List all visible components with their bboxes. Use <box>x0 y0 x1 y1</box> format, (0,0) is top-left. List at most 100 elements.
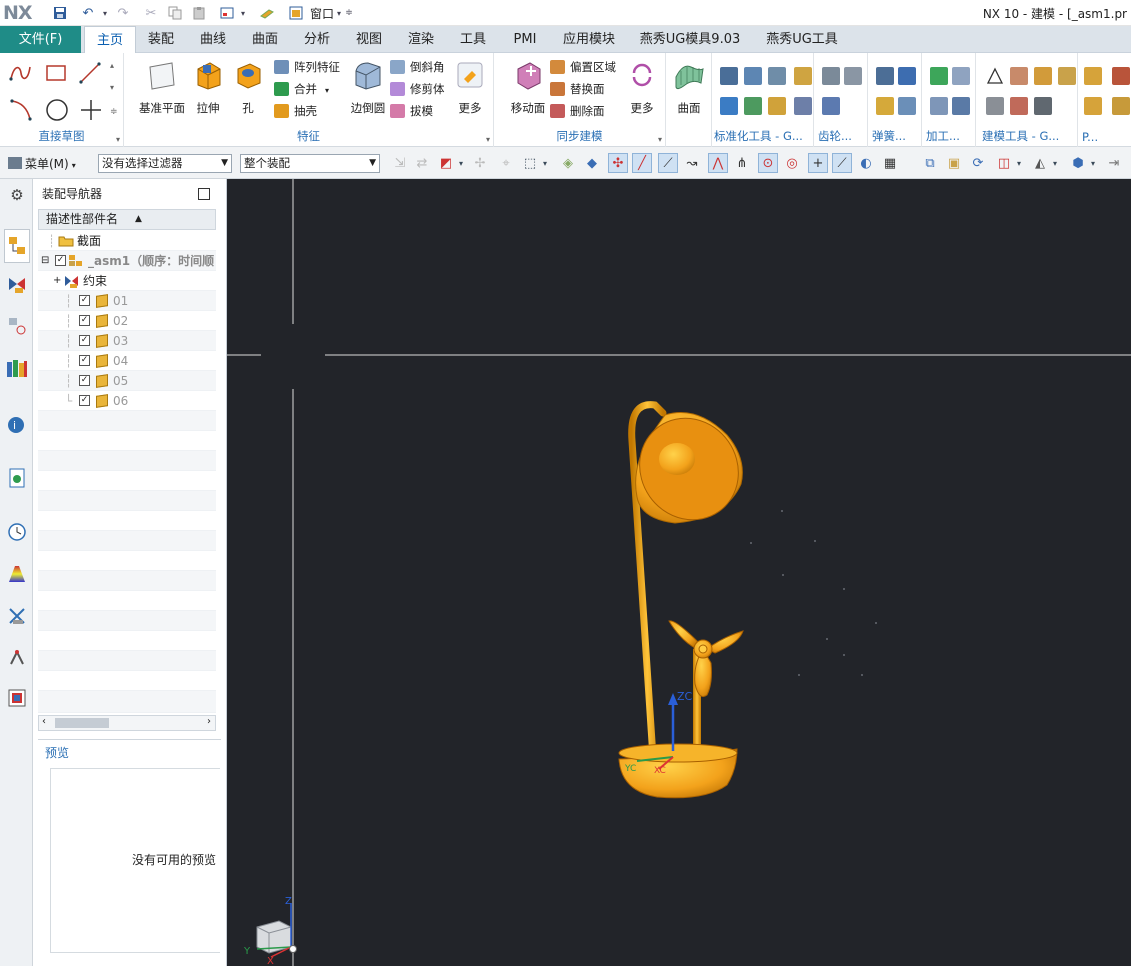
tab-render[interactable]: 渲染 <box>401 26 441 53</box>
standard-tool-icon[interactable] <box>794 67 812 85</box>
tab-yanxiu-mold[interactable]: 燕秀UG模具9.03 <box>634 26 746 53</box>
tab-application[interactable]: 应用模块 <box>556 26 622 53</box>
visibility-checkbox[interactable]: ✓ <box>79 355 90 366</box>
visibility-checkbox[interactable]: ✓ <box>79 335 90 346</box>
visibility-checkbox[interactable]: ✓ <box>79 315 90 326</box>
sketch-scroll-up-icon[interactable]: ▴ <box>110 61 114 70</box>
selection-scope-select[interactable]: 整个装配 ▼ <box>240 154 380 173</box>
point-icon[interactable] <box>78 97 104 123</box>
modeling-tool-icon[interactable] <box>1010 67 1028 85</box>
snap-grid-icon[interactable]: ▦ <box>880 153 900 173</box>
sketch-scroll-down-icon[interactable]: ▾ <box>110 83 114 92</box>
machining-tool-icon[interactable] <box>930 97 948 115</box>
graphics-window[interactable]: ZC YC XC Z Y X <box>227 179 1131 966</box>
standard-tool-icon[interactable] <box>720 97 738 115</box>
desk-fan[interactable] <box>668 620 744 698</box>
filter-tool-icon[interactable]: ⇲ <box>390 153 410 173</box>
tab-tools[interactable]: 工具 <box>453 26 493 53</box>
column-header-part-name[interactable]: 描述性部件名 ▲ <box>38 209 216 230</box>
display-icon[interactable] <box>218 4 236 22</box>
spring-tool-icon[interactable] <box>876 67 894 85</box>
gear-tool-icon[interactable] <box>822 97 840 115</box>
display-dropdown-icon[interactable]: ▾ <box>238 4 248 22</box>
surface-button[interactable]: 曲面 <box>666 59 712 116</box>
save-icon[interactable] <box>51 4 69 22</box>
profile-icon[interactable] <box>8 61 32 85</box>
scroll-right-icon[interactable]: › <box>207 716 211 727</box>
group-dropdown-icon[interactable]: ▾ <box>486 135 490 144</box>
snap-midpoint-icon[interactable]: ⟋ <box>658 153 678 173</box>
roles-icon[interactable] <box>6 687 28 709</box>
offset-region-button[interactable]: 偏置区域 <box>550 57 616 77</box>
group-dropdown-icon[interactable]: ▾ <box>116 135 120 144</box>
filter-tool-icon[interactable]: ⇄ <box>412 153 432 173</box>
dropdown-icon[interactable]: ▾ <box>540 153 550 173</box>
standard-tool-icon[interactable] <box>744 97 762 115</box>
standard-tool-icon[interactable] <box>768 67 786 85</box>
chamfer-button[interactable]: 倒斜角 <box>390 57 445 77</box>
dropdown-icon[interactable]: ▾ <box>456 153 466 173</box>
machining-tool-icon[interactable] <box>952 97 970 115</box>
group-dropdown-icon[interactable]: ▾ <box>658 135 662 144</box>
select-all-icon[interactable]: ◩ <box>436 153 456 173</box>
snap-curve-icon[interactable]: ↝ <box>682 153 702 173</box>
arc-icon[interactable] <box>8 97 34 123</box>
undo-icon[interactable]: ↶ <box>79 4 97 22</box>
shaded-icon[interactable]: ⬢ <box>1068 153 1088 173</box>
p-tool-icon[interactable] <box>1112 67 1130 85</box>
constraint-navigator-icon[interactable] <box>6 273 28 295</box>
expand-icon[interactable]: + <box>53 271 61 291</box>
lamp-base[interactable] <box>618 743 738 799</box>
line-icon[interactable] <box>78 61 102 85</box>
p-tool-icon[interactable] <box>1112 97 1130 115</box>
modeling-tool-icon[interactable] <box>1034 97 1052 115</box>
visibility-checkbox[interactable]: ✓ <box>79 375 90 386</box>
tab-assembly[interactable]: 装配 <box>141 26 181 53</box>
tab-pmi[interactable]: PMI <box>505 26 545 53</box>
command-finder-icon[interactable] <box>258 4 276 22</box>
window-icon[interactable] <box>288 4 304 22</box>
history-icon[interactable] <box>6 521 28 543</box>
modeling-tool-icon[interactable] <box>1058 67 1076 85</box>
tree-row-part[interactable]: └ ✓ 06 <box>38 391 216 411</box>
collapse-icon[interactable]: ⊟ <box>41 251 49 271</box>
hole-button[interactable]: 孔 <box>224 59 272 116</box>
snap-control-point-icon[interactable]: ⋀ <box>708 153 728 173</box>
view-triad[interactable]: Z Y X <box>243 896 297 966</box>
snap-arc-center-icon[interactable]: ⊙ <box>758 153 778 173</box>
standard-tool-icon[interactable] <box>720 67 738 85</box>
web-browser-icon[interactable] <box>6 467 28 489</box>
cut-icon[interactable]: ✂ <box>142 4 160 22</box>
feature-more-button[interactable]: 更多 <box>450 59 490 116</box>
tab-home[interactable]: 主页 <box>84 26 136 53</box>
snap-intersection-icon[interactable]: ⋔ <box>732 153 752 173</box>
menu-button[interactable]: 菜单(M) ▾ <box>8 155 76 172</box>
snap-face-icon[interactable]: ◐ <box>856 153 876 173</box>
view-tool-icon[interactable]: ⧉ <box>920 153 940 173</box>
unite-button[interactable]: 合并 ▾ <box>274 79 329 99</box>
machining-tool-icon[interactable] <box>930 67 948 85</box>
scroll-left-icon[interactable]: ‹ <box>42 716 46 727</box>
p-tool-icon[interactable] <box>1084 97 1102 115</box>
tree-row-part[interactable]: ┆ ✓ 04 <box>38 351 216 371</box>
dropdown-icon[interactable]: ▾ <box>1050 153 1060 173</box>
snap-tool-icon[interactable]: ◈ <box>558 153 578 173</box>
customize-quick-access-icon[interactable]: ≑ <box>344 4 354 22</box>
spring-tool-icon[interactable] <box>898 97 916 115</box>
undo-dropdown-icon[interactable]: ▾ <box>100 4 110 22</box>
spring-tool-icon[interactable] <box>876 97 894 115</box>
standard-tool-icon[interactable] <box>744 67 762 85</box>
trim-body-button[interactable]: 修剪体 <box>390 79 445 99</box>
copy-icon[interactable] <box>166 4 184 22</box>
dropdown-icon[interactable]: ▾ <box>1088 153 1098 173</box>
p-tool-icon[interactable] <box>1084 67 1102 85</box>
tab-surface[interactable]: 曲面 <box>245 26 285 53</box>
gear-tool-icon[interactable] <box>844 67 862 85</box>
tab-curve[interactable]: 曲线 <box>193 26 233 53</box>
dropdown-icon[interactable]: ▾ <box>1014 153 1024 173</box>
file-tab[interactable]: 文件(F) <box>0 26 81 53</box>
modeling-tool-icon[interactable] <box>1034 67 1052 85</box>
refresh-icon[interactable]: ⟳ <box>968 153 988 173</box>
tree-row-part[interactable]: ┆ ✓ 05 <box>38 371 216 391</box>
tab-analysis[interactable]: 分析 <box>297 26 337 53</box>
